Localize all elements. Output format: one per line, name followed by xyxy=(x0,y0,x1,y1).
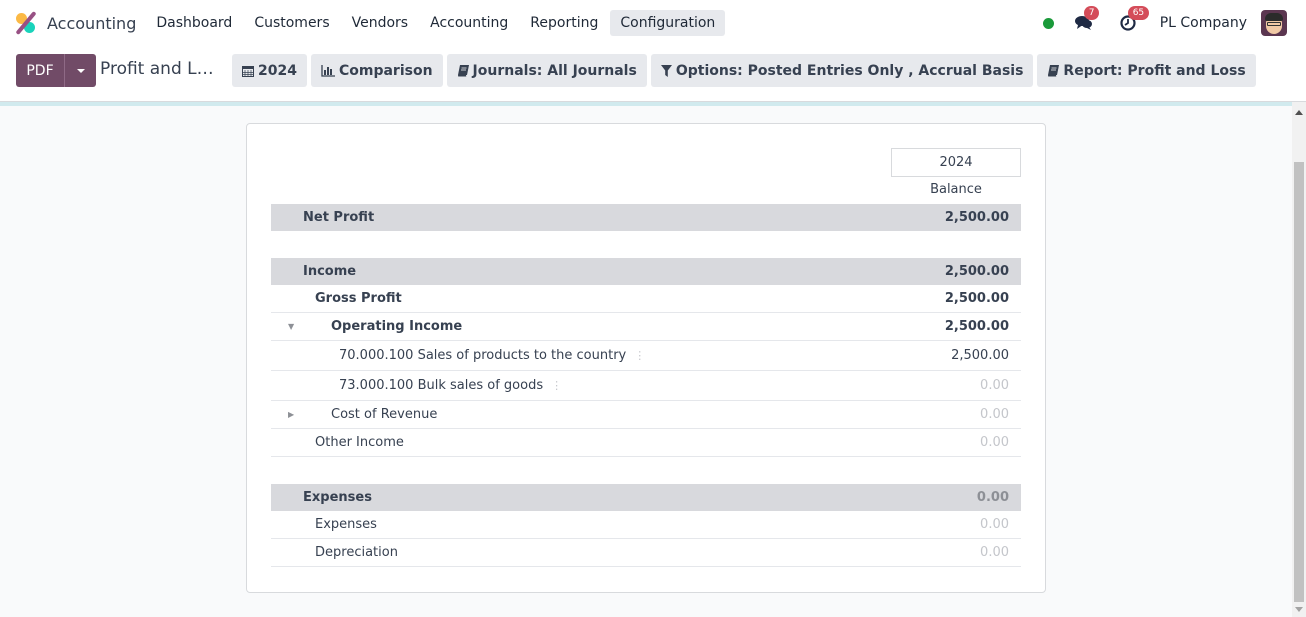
report-variant-label: Report: Profit and Loss xyxy=(1063,62,1246,79)
report-title: Profit and L… xyxy=(100,59,214,79)
line-value: 2,500.00 xyxy=(944,319,1009,334)
line-label: Cost of Revenue xyxy=(331,407,438,422)
export-dropdown-toggle[interactable] xyxy=(65,54,96,87)
line-label: 73.000.100 Bulk sales of goods ⋮ xyxy=(339,378,562,393)
report-line-account[interactable]: 70.000.100 Sales of products to the coun… xyxy=(271,341,1021,371)
report-line-operating-income[interactable]: ▼ Operating Income 2,500.00 xyxy=(271,313,1021,341)
comparison-filter-label: Comparison xyxy=(338,62,433,79)
journals-filter-label: Journals: All Journals xyxy=(472,62,637,79)
line-value: 0.00 xyxy=(980,545,1009,560)
pdf-button[interactable]: PDF xyxy=(16,54,65,87)
line-value: 0.00 xyxy=(980,517,1009,532)
report-spacer xyxy=(271,457,1021,484)
systray: 7 65 PL Company xyxy=(1042,0,1306,46)
kebab-menu-icon[interactable]: ⋮ xyxy=(551,379,562,392)
line-value: 0.00 xyxy=(976,490,1009,505)
report-line-cost-of-revenue[interactable]: ▶ Cost of Revenue 0.00 xyxy=(271,401,1021,429)
app-name: Accounting xyxy=(47,13,137,33)
scroll-down-arrow-icon[interactable] xyxy=(1295,607,1303,612)
app-brand[interactable]: Accounting xyxy=(14,0,136,46)
caret-down-icon[interactable]: ▼ xyxy=(288,322,294,331)
messages-count-badge: 7 xyxy=(1083,6,1100,20)
main-menu: Dashboard Customers Vendors Accounting R… xyxy=(146,0,727,46)
accounting-logo-icon xyxy=(14,10,38,36)
column-header-balance: Balance xyxy=(930,182,982,197)
report-lines: Net Profit 2,500.00 Income 2,500.00 Gros… xyxy=(271,204,1021,567)
book-icon xyxy=(1047,64,1060,77)
line-label: Gross Profit xyxy=(315,291,402,306)
line-value: 0.00 xyxy=(980,378,1009,393)
line-value: 2,500.00 xyxy=(944,264,1009,279)
options-filter-button[interactable]: Options: Posted Entries Only , Accrual B… xyxy=(650,54,1034,87)
messages-button[interactable]: 7 xyxy=(1072,6,1100,35)
report-line-depreciation[interactable]: Depreciation 0.00 xyxy=(271,539,1021,567)
report-line-gross-profit[interactable]: Gross Profit 2,500.00 xyxy=(271,285,1021,313)
options-filter-label: Options: Posted Entries Only , Accrual B… xyxy=(675,62,1024,79)
line-label: Expenses xyxy=(315,517,377,532)
line-label: Other Income xyxy=(315,435,404,450)
company-switcher[interactable]: PL Company xyxy=(1160,15,1247,31)
report-line-expenses-section[interactable]: Expenses 0.00 xyxy=(271,484,1021,511)
line-value: 2,500.00 xyxy=(951,348,1009,363)
top-navbar: Accounting Dashboard Customers Vendors A… xyxy=(0,0,1306,46)
journals-filter-button[interactable]: Journals: All Journals xyxy=(446,54,647,87)
bar-chart-icon xyxy=(321,64,335,77)
report-line-account[interactable]: 73.000.100 Bulk sales of goods ⋮ 0.00 xyxy=(271,371,1021,401)
report-line-expenses[interactable]: Expenses 0.00 xyxy=(271,511,1021,539)
vertical-scrollbar[interactable] xyxy=(1292,102,1306,617)
user-avatar[interactable] xyxy=(1261,10,1287,36)
report-card: 2024 Balance Net Profit 2,500.00 Income … xyxy=(246,123,1046,593)
line-label: Operating Income xyxy=(331,319,463,334)
menu-item-vendors[interactable]: Vendors xyxy=(342,10,418,36)
line-value: 2,500.00 xyxy=(944,210,1009,225)
menu-item-accounting[interactable]: Accounting xyxy=(420,10,518,36)
report-line-other-income[interactable]: Other Income 0.00 xyxy=(271,429,1021,457)
line-value: 2,500.00 xyxy=(944,291,1009,306)
scroll-thumb[interactable] xyxy=(1294,162,1304,602)
book-icon xyxy=(457,64,469,77)
control-panel: PDF Profit and L… 2024 Comparison Journa… xyxy=(0,46,1306,102)
activities-button[interactable]: 65 xyxy=(1116,6,1150,35)
presence-status-icon xyxy=(1042,17,1054,29)
scroll-up-arrow-icon[interactable] xyxy=(1295,110,1303,115)
line-label: Depreciation xyxy=(315,545,398,560)
caret-down-icon xyxy=(76,68,85,73)
report-filters: 2024 Comparison Journals: All Journals O… xyxy=(232,54,1260,87)
menu-item-reporting[interactable]: Reporting xyxy=(520,10,608,36)
report-line-net-profit[interactable]: Net Profit 2,500.00 xyxy=(271,204,1021,231)
line-value: 0.00 xyxy=(980,435,1009,450)
report-variant-button[interactable]: Report: Profit and Loss xyxy=(1037,54,1256,87)
account-name: 73.000.100 Bulk sales of goods xyxy=(339,378,544,393)
line-label: 70.000.100 Sales of products to the coun… xyxy=(339,348,645,363)
pdf-button-group: PDF xyxy=(16,54,96,87)
line-label: Net Profit xyxy=(303,210,375,225)
line-label: Income xyxy=(303,264,357,279)
caret-right-icon[interactable]: ▶ xyxy=(288,410,294,419)
report-content: 2024 Balance Net Profit 2,500.00 Income … xyxy=(0,106,1292,617)
menu-item-dashboard[interactable]: Dashboard xyxy=(146,10,242,36)
date-filter-label: 2024 xyxy=(258,62,297,79)
calendar-icon xyxy=(242,65,254,77)
report-line-income[interactable]: Income 2,500.00 xyxy=(271,258,1021,285)
column-header-period: 2024 xyxy=(891,148,1021,177)
comparison-filter-button[interactable]: Comparison xyxy=(310,54,443,87)
menu-item-customers[interactable]: Customers xyxy=(244,10,339,36)
line-label: Expenses xyxy=(303,490,372,505)
line-value: 0.00 xyxy=(980,407,1009,422)
activities-count-badge: 65 xyxy=(1127,6,1150,20)
report-spacer xyxy=(271,231,1021,258)
kebab-menu-icon[interactable]: ⋮ xyxy=(634,349,645,362)
date-filter-button[interactable]: 2024 xyxy=(232,54,307,87)
account-name: 70.000.100 Sales of products to the coun… xyxy=(339,348,627,363)
menu-item-configuration[interactable]: Configuration xyxy=(610,10,726,36)
filter-icon xyxy=(660,64,672,77)
